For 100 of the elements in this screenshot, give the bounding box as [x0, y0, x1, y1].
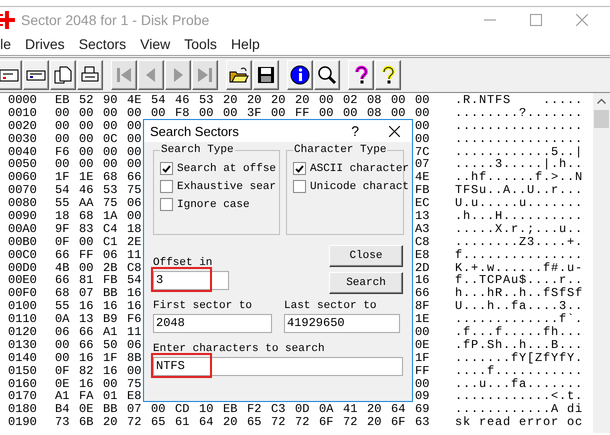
hex-byte: 2E — [127, 236, 142, 249]
ascii-text: .R.NTFS ..... — [455, 94, 584, 107]
toolbar-button[interactable] — [253, 60, 279, 90]
offset-label: 0010 — [8, 106, 38, 120]
offset-label: 00D0 — [8, 262, 38, 274]
hex-byte: 13 — [415, 210, 430, 223]
hex-byte: 08 — [367, 106, 382, 120]
toolbar-button[interactable] — [0, 60, 22, 90]
menu-item[interactable]: Drives — [18, 36, 72, 52]
hex-byte: 00 — [127, 132, 142, 146]
checkbox[interactable] — [160, 180, 173, 193]
toolbar-button[interactable] — [50, 60, 76, 90]
offset-label: 0000 — [8, 94, 38, 107]
hex-byte: 00 — [319, 94, 334, 107]
window-title: Sector 2048 for 1 - Disk Probe — [21, 12, 210, 28]
checkbox[interactable] — [293, 180, 306, 193]
hex-byte: 00 — [319, 106, 334, 120]
hex-byte: 64 — [199, 416, 214, 430]
input-field[interactable]: 41929650 — [284, 314, 400, 333]
menu-item[interactable]: ile — [0, 36, 18, 52]
menu-item[interactable]: Help — [224, 36, 267, 52]
hex-byte: 00 — [271, 106, 286, 120]
hex-byte: 54 — [55, 184, 70, 198]
hex-byte: 00 — [127, 106, 142, 120]
toolbar-button[interactable] — [77, 60, 103, 90]
offset-field[interactable]: 3 — [153, 271, 229, 290]
folder-icon — [229, 65, 249, 85]
hex-byte: 00 — [127, 364, 142, 378]
input-field[interactable]: 2048 — [153, 314, 272, 333]
hex-byte: 75 — [127, 378, 142, 390]
menu-item[interactable]: Tools — [177, 36, 224, 52]
checkbox[interactable] — [293, 162, 306, 175]
hex-byte: 72 — [343, 416, 358, 430]
hex-byte: EB — [223, 403, 238, 416]
scrollbar[interactable] — [593, 93, 610, 433]
scrollbar-thumb[interactable] — [594, 110, 609, 128]
ascii-text: h...hR..h..fSfSf — [455, 287, 584, 300]
menu-item[interactable]: Sectors — [72, 36, 134, 52]
hex-byte: 0F — [55, 236, 70, 249]
field-label: Offset in — [153, 257, 214, 269]
ascii-text: K.+.w......f#.u- — [455, 262, 584, 274]
hex-byte: 66 — [79, 326, 94, 339]
ascii-text: ............<.t. — [455, 390, 584, 404]
toolbar-button[interactable] — [226, 60, 252, 90]
hex-byte: 72 — [127, 416, 142, 430]
toolbar-button[interactable] — [348, 60, 374, 90]
hex-byte: 00 — [55, 106, 70, 120]
hex-byte: 73 — [55, 416, 70, 430]
toolbar-button[interactable] — [287, 60, 313, 90]
checkbox-label: Exhaustive sear — [177, 180, 276, 192]
cross-icon — [0, 11, 15, 29]
hex-byte: 82 — [79, 364, 94, 378]
hex-byte: 11 — [127, 248, 142, 262]
hex-byte: 16 — [103, 364, 118, 378]
hex-byte: 16 — [127, 287, 142, 300]
hex-byte: 00 — [127, 120, 142, 133]
checkbox[interactable] — [160, 162, 173, 175]
hex-byte: 00 — [55, 120, 70, 133]
offset-label: 0170 — [8, 390, 38, 404]
hex-byte: FB — [415, 184, 430, 198]
hex-byte: FF — [79, 248, 94, 262]
hex-byte: 66 — [55, 274, 70, 288]
hex-byte: 1E — [415, 313, 430, 326]
hex-byte: A1 — [103, 326, 118, 339]
hex-byte: 66 — [415, 287, 430, 300]
dialog-button[interactable]: Search — [329, 272, 403, 294]
hex-byte: 81 — [79, 274, 94, 288]
ascii-text: .h...H.......... — [455, 210, 584, 223]
toolbar-button[interactable] — [23, 60, 49, 90]
dialog-title: Search Sectors — [150, 124, 240, 138]
offset-label: 0040 — [8, 146, 38, 158]
hex-byte: 18 — [127, 222, 142, 236]
group-title: Search Type — [160, 144, 235, 156]
menu-item[interactable]: View — [133, 36, 178, 52]
ascii-text: ....f........... — [455, 364, 584, 378]
search-text-field[interactable]: NTFS — [153, 357, 403, 376]
ascii-text: f............... — [455, 248, 584, 262]
hex-byte: 00 — [55, 352, 70, 365]
first-icon — [114, 65, 134, 85]
hex-byte: 4B — [55, 262, 70, 274]
hex-byte: 00 — [55, 132, 70, 146]
offset-label: 0140 — [8, 352, 38, 365]
checkbox[interactable] — [160, 198, 173, 211]
ascii-text: f..TCPAu$....r.. — [455, 274, 584, 288]
offset-label: 00F0 — [8, 287, 38, 300]
hex-byte: 68 — [79, 210, 94, 223]
toolbar-button[interactable] — [375, 60, 401, 90]
hex-byte: 2D — [415, 262, 430, 274]
hex-byte: 7C — [415, 146, 430, 158]
toolbar-button[interactable] — [314, 60, 340, 90]
hex-byte: 20 — [271, 94, 286, 107]
help-button[interactable]: ? — [351, 123, 359, 139]
close-icon[interactable] — [389, 126, 400, 136]
dialog-button[interactable]: Close — [329, 245, 403, 267]
hex-byte: 00 — [127, 210, 142, 223]
hex-byte: 41 — [343, 403, 358, 416]
hex-byte: BB — [103, 403, 118, 416]
check-icon — [162, 164, 171, 172]
ascii-text: ...u...fa....... — [455, 378, 584, 390]
maximize-icon[interactable] — [530, 14, 542, 26]
